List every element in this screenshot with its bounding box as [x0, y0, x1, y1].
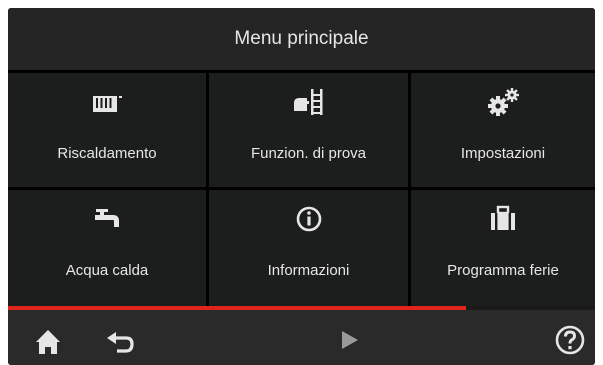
help-icon[interactable]: [554, 324, 586, 356]
menu-tile-label: Impostazioni: [460, 145, 546, 162]
menu-tile-programma-ferie[interactable]: Programma ferie: [411, 190, 595, 307]
title-bar: Menu principale: [8, 8, 595, 70]
page-title: Menu principale: [234, 28, 369, 49]
home-icon[interactable]: [32, 324, 64, 356]
menu-tile-label: Programma ferie: [447, 262, 559, 279]
radiator-icon: [93, 96, 122, 112]
menu-tile-label: Funzion. di prova: [250, 145, 367, 162]
menu-tile-impostazioni[interactable]: Impostazioni: [411, 73, 595, 187]
back-arrow-icon[interactable]: [104, 324, 136, 356]
menu-tile-funzion-di-prova[interactable]: Funzion. di prova: [209, 73, 408, 187]
bottom-nav-bar: [8, 310, 595, 365]
menu-tile-label: Informazioni: [267, 262, 350, 279]
controller-screen: Menu principale Riscaldamento Funzion. d…: [8, 8, 595, 365]
menu-grid: Riscaldamento Funzion. di prova Impostaz…: [8, 70, 595, 307]
menu-tile-riscaldamento[interactable]: Riscaldamento: [8, 73, 206, 187]
play-next-icon[interactable]: [334, 324, 366, 356]
info-icon: [296, 206, 321, 232]
faucet-icon: [95, 209, 119, 227]
menu-tile-acqua-calda[interactable]: Acqua calda: [8, 190, 206, 307]
suitcase-icon: [491, 205, 515, 230]
menu-tile-informazioni[interactable]: Informazioni: [209, 190, 408, 307]
gears-icon: [488, 88, 519, 116]
menu-tile-label: Acqua calda: [65, 262, 149, 279]
ladder-test-icon: [293, 89, 322, 115]
menu-tile-label: Riscaldamento: [57, 145, 157, 162]
